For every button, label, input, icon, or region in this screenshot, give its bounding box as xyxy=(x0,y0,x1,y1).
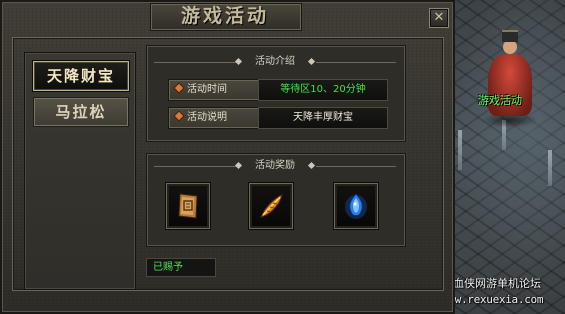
light-pillar xyxy=(548,150,552,186)
reward-section-header: 活动奖励 xyxy=(146,159,404,173)
close-button[interactable]: ✕ xyxy=(429,8,449,28)
time-label-text: 活动时间 xyxy=(187,84,227,95)
status-granted: 已赐予 xyxy=(146,258,216,277)
tab-marathon[interactable]: 马拉松 xyxy=(33,97,129,127)
game-screen: 游戏活动 热血侠网游单机论坛 www.rexuexia.com 游戏活动 ✕ 天… xyxy=(0,0,565,314)
reward-slot-3[interactable] xyxy=(334,183,378,229)
watermark-url: www.rexuexia.com xyxy=(442,293,544,306)
description-row-label: 活动说明 xyxy=(168,107,260,129)
info-section-header: 活动介绍 xyxy=(146,55,404,69)
blue-crystal-icon xyxy=(345,193,367,219)
reward-section-title: 活动奖励 xyxy=(255,160,295,171)
orange-diamond-icon xyxy=(173,110,185,122)
reward-slot-2[interactable] xyxy=(249,183,293,229)
time-row-label: 活动时间 xyxy=(168,79,260,101)
description-label-text: 活动说明 xyxy=(187,112,227,123)
tab-treasure-drop[interactable]: 天降财宝 xyxy=(33,61,129,91)
watermark: 热血侠网游单机论坛 www.rexuexia.com xyxy=(442,276,562,308)
dialog-title: 游戏活动 xyxy=(180,5,269,27)
orange-diamond-icon xyxy=(173,82,185,94)
feather-icon xyxy=(260,194,283,218)
scroll-icon xyxy=(178,193,198,219)
light-pillar xyxy=(458,130,462,170)
info-section-title: 活动介绍 xyxy=(255,56,295,67)
event-npc[interactable] xyxy=(480,30,540,130)
watermark-title: 热血侠网游单机论坛 xyxy=(442,277,541,290)
description-value: 天降丰厚财宝 xyxy=(258,107,388,129)
reward-slot-1[interactable] xyxy=(166,183,210,229)
npc-name-label: 游戏活动 xyxy=(478,94,522,107)
time-value: 等待区10、20分钟 xyxy=(258,79,388,101)
